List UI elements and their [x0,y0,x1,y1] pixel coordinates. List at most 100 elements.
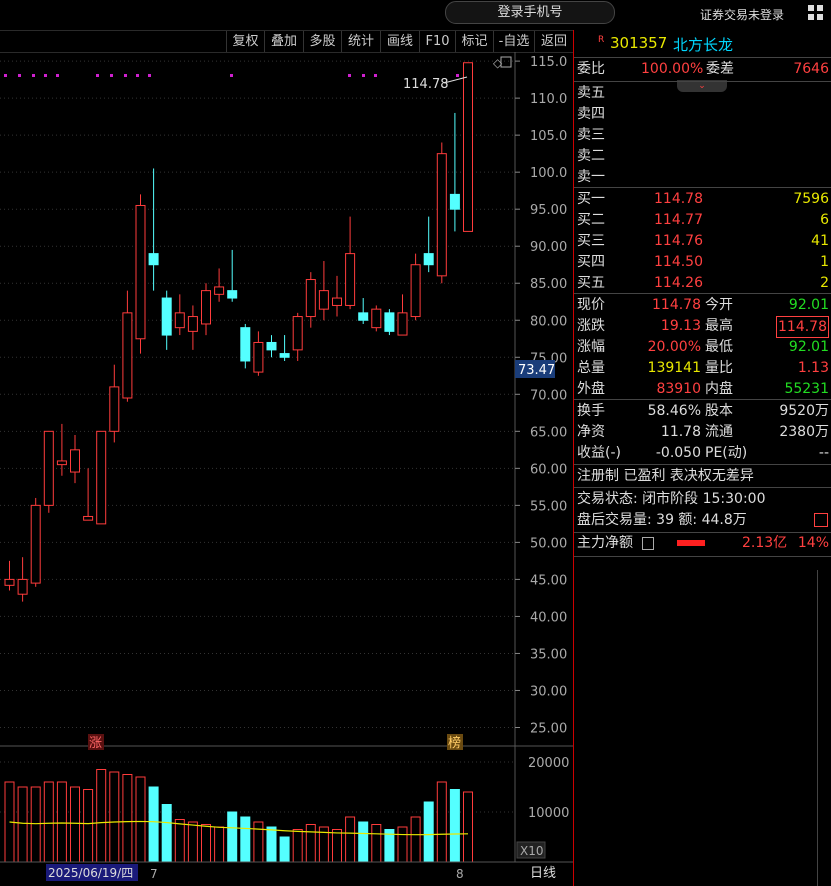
stat2-row: 换手 58.46% 股本 9520万 [574,401,831,421]
kline-chart[interactable]: 115.0 110.0 105.0 100.0 95.00 90.00 85.00 80.00… [0,52,573,886]
tick-list-strip[interactable] [817,570,831,886]
vol-tick-label: 20000 [528,756,569,771]
price-tick-label: 30.00 [530,684,567,699]
signal-dot [456,74,459,77]
buy-volume: 7596 [793,191,829,207]
x10-label[interactable]: X10 [520,844,544,858]
stat2-label2: 流通 [705,424,733,440]
bang-marker[interactable]: 榜 [448,735,461,751]
price-tick-label: 105.0 [530,129,567,144]
candle-body [397,312,408,336]
list-icon[interactable] [642,537,654,550]
buy-label: 买二 [577,212,605,228]
volume-bar [358,821,369,863]
candle-body [384,312,395,332]
candle-body [227,290,238,299]
sell-row: 卖五 [574,83,831,103]
stat-value2: 55231 [784,381,829,397]
stat-value: 114.78 [652,297,701,313]
candle-body [358,312,369,321]
toolbar-diejia[interactable]: 叠加 [264,31,303,52]
volume-bar [43,781,54,863]
volume-bar [161,804,172,863]
signal-dot [136,74,139,77]
reg-text: 注册制 已盈利 表决权无差异 [577,468,754,484]
buy-volume: 1 [820,254,829,270]
candle-layer [4,62,473,602]
candle-body [436,153,447,277]
sell-label: 卖一 [577,169,605,185]
stat-value: 83910 [656,381,701,397]
candle-body [318,290,329,310]
weibi-row: 委比 100.00% 委差 7646 [574,59,831,79]
stat-value2: 92.01 [788,297,829,313]
price-tick-label: 110.0 [530,92,567,107]
sell-row: 卖二 [574,146,831,166]
sell-label: 卖五 [577,85,605,101]
buy-volume: 2 [820,275,829,291]
toolbar-fuquan[interactable]: 复权 [226,31,264,52]
volume-bar [187,821,198,863]
candle-body [345,253,356,306]
volume-bar [345,816,356,863]
sell-label: 卖四 [577,106,605,122]
candle-body [305,279,316,318]
volume-bar [30,786,41,863]
stat2-label: 换手 [577,403,605,419]
candle-body [292,316,303,351]
volume-bar [266,826,277,863]
signal-dot [124,74,127,77]
sell-label: 卖三 [577,127,605,143]
candle-body [279,353,290,358]
toolbar-f10[interactable]: F10 [419,31,455,52]
stat-label: 外盘 [577,381,605,397]
kline-svg[interactable]: 115.0 110.0 105.0 100.0 95.00 90.00 85.00 80.00… [0,52,573,886]
candle-body [83,515,94,521]
buy-label: 买五 [577,275,605,291]
main-flow-row: 主力净额 2.13亿 14% [574,533,831,553]
stat2-value2: 2380万 [779,424,829,440]
stat-row: 外盘 83910 内盘 55231 [574,379,831,399]
stat2-row: 净资 11.78 流通 2380万 [574,422,831,442]
month-8-label: 8 [456,867,464,881]
trade-login-status[interactable]: 证券交易未登录 [700,6,784,23]
stat-row: 总量 139141 量比 1.13 [574,358,831,378]
candle-body [70,449,80,473]
toolbar-fanhui[interactable]: 返回 [534,31,573,52]
toolbar-tongji[interactable]: 统计 [341,31,380,52]
period-label[interactable]: 日线 [530,866,556,881]
buy-label: 买一 [577,191,605,207]
bar-chart-icon[interactable] [814,513,828,527]
candle-body [371,308,382,329]
month-7-label: 7 [150,867,158,881]
grid-menu-icon[interactable] [808,5,824,21]
toolbar-biaoji[interactable]: 标记 [455,31,493,52]
signal-dot [44,74,47,77]
login-phone-button[interactable]: 登录手机号 [445,1,615,24]
stat-label2: 最高 [705,318,733,334]
buy-price: 114.76 [654,233,703,249]
price-tick-label: 95.00 [530,203,567,218]
candle-body [135,204,146,340]
toolbar-duogu[interactable]: 多股 [303,31,341,52]
sell-label: 卖二 [577,148,605,164]
signal-dot [362,74,365,77]
vol-tick-label: 10000 [528,806,569,821]
weicha-value: 7646 [793,61,829,77]
stat2-value2: -- [818,445,829,461]
stat2-label2: PE(动) [705,445,748,461]
candle-body [148,253,159,266]
toolbar-huaxian[interactable]: 画线 [380,31,419,52]
stock-name[interactable]: 北方长龙 [673,34,733,55]
volume-bar [449,789,460,863]
volume-bar [135,776,146,863]
stat-row: 涨跌 19.13 最高 114.78 [574,316,831,338]
candle-body [266,341,277,351]
panel-toggle-icon[interactable] [500,56,512,68]
buy-row: 买一 114.78 7596 [574,189,831,209]
toolbar-zixuan[interactable]: -自选 [493,31,534,52]
stat-label2: 量比 [705,360,733,376]
zhang-marker[interactable]: 涨 [89,736,102,751]
buy-label: 买三 [577,233,605,249]
price-tick-label: 50.00 [530,536,567,551]
